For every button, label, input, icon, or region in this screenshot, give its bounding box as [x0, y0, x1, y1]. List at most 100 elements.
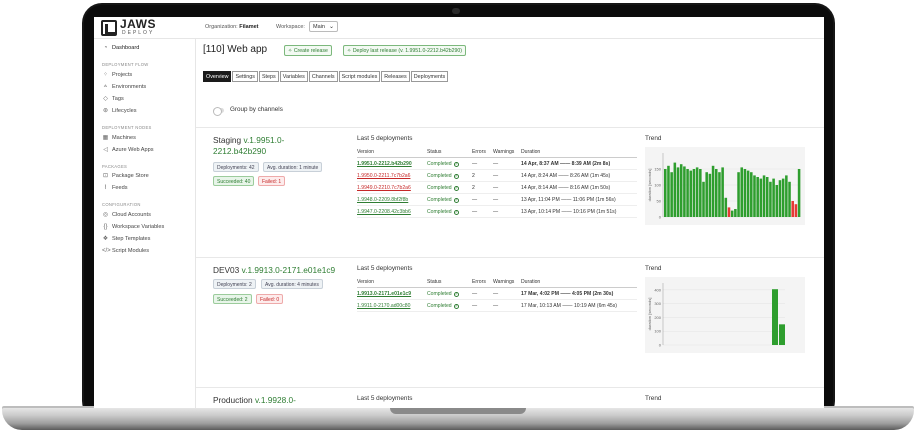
trend-bar[interactable]	[762, 175, 766, 217]
trend-bar[interactable]	[730, 210, 734, 217]
trend-bar[interactable]	[794, 204, 798, 217]
trend-bar[interactable]	[750, 172, 753, 217]
sidebar-item-workspace-variables[interactable]: {} Workspace Variables	[102, 222, 164, 231]
trend-bar[interactable]	[781, 178, 785, 217]
trend-bar[interactable]	[667, 165, 670, 217]
logo[interactable]: JAWS DEPLOY	[101, 18, 161, 37]
page-title: [110] Web app	[203, 44, 268, 55]
release-version-link[interactable]: 1.9947.0-2208.42c3bb6	[357, 209, 411, 215]
trend-bar[interactable]	[756, 177, 759, 217]
trend-bar[interactable]	[689, 170, 693, 217]
environment-version-cont[interactable]: 2212.b42b290	[213, 146, 266, 156]
table-row[interactable]: 1.9950.0-2211.7c7b2a6 Completed ✓ 2 — 14 Apr…	[357, 170, 637, 182]
sidebar-item-machines[interactable]: ▦ Machines	[102, 133, 136, 142]
table-row[interactable]: 1.9951.0-2212.b42b290 Completed ✓ — — 14 Apr…	[357, 158, 637, 170]
table-row[interactable]: 1.9948.0-2209.8bf2f8b Completed ✓ — — 13 Apr…	[357, 194, 637, 206]
trend-bar[interactable]	[772, 289, 778, 345]
tab-script-modules[interactable]: Script modules	[338, 71, 381, 82]
table-row[interactable]: 1.9913.0-2171.e01e1c9 Completed ✓ — — 17 Mar…	[357, 288, 637, 300]
trend-bar[interactable]	[740, 167, 744, 217]
sidebar-item-dashboard[interactable]: ◔ Dashboard	[102, 43, 140, 52]
trend-bar[interactable]	[775, 185, 779, 217]
sidebar-item-script-modules[interactable]: </> Script Modules	[102, 246, 149, 255]
sidebar-item-lifecycles[interactable]: ⊛ Lifecycles	[102, 106, 137, 115]
environment-version[interactable]: v.1.9951.0-	[243, 135, 284, 145]
trend-bar[interactable]	[699, 169, 702, 217]
deployments-table: Version Status Errors Warnings Duration 1.995…	[357, 146, 637, 221]
trend-bar[interactable]	[727, 207, 731, 217]
trend-bar[interactable]	[734, 209, 737, 217]
tab-overview[interactable]: Overview	[203, 71, 232, 82]
trend-bar[interactable]	[686, 169, 689, 217]
warnings-cell: —	[493, 161, 499, 167]
trend-bar[interactable]	[702, 181, 705, 217]
trend-bar[interactable]	[788, 181, 791, 217]
trend-bar[interactable]	[785, 175, 788, 217]
failed-badge: Failed: 1	[258, 176, 286, 186]
trend-bar[interactable]	[664, 169, 667, 217]
trend-bar[interactable]	[737, 172, 740, 217]
trend-bar[interactable]	[692, 169, 696, 217]
release-version-link[interactable]: 1.9950.0-2211.7c7b2a6	[357, 173, 410, 179]
duration-cell: 17 Mar, 10:13 AM —— 10:19 AM (6m 45s)	[521, 303, 617, 309]
trend-bar[interactable]	[721, 167, 724, 217]
table-row[interactable]: 1.9947.0-2208.42c3bb6 Completed ✓ — — 13 Apr…	[357, 206, 637, 218]
trend-bar[interactable]	[711, 165, 715, 217]
organization: Organization: Filamet	[205, 24, 259, 30]
trend-bar[interactable]	[759, 178, 763, 217]
create-release-button[interactable]: ✧ Create release	[284, 45, 332, 56]
table-row[interactable]: 1.9911.0-2170.ad00c80 Completed ✓ — — 17 Mar…	[357, 300, 637, 312]
trend-bar[interactable]	[797, 169, 801, 217]
trend-bar[interactable]	[746, 170, 750, 217]
sidebar-item-azure-web-apps[interactable]: ◁ Azure Web Apps	[102, 145, 153, 154]
workspace-select[interactable]: Main ⌄	[309, 21, 338, 32]
trend-bar[interactable]	[772, 178, 775, 217]
tab-channels[interactable]: Channels	[308, 71, 338, 82]
trend-bar[interactable]	[673, 162, 677, 217]
trend-bar[interactable]	[769, 181, 772, 217]
sidebar-item-step-templates[interactable]: ❖ Step Templates	[102, 234, 151, 243]
deploy-last-release-button[interactable]: ✧ Deploy last release (v. 1.9951.0-2212.…	[343, 45, 467, 56]
sidebar-item-projects[interactable]: ⁘ Projects	[102, 70, 132, 79]
release-version-link[interactable]: 1.9911.0-2170.ad00c80	[357, 303, 410, 309]
release-version-link[interactable]: 1.9948.0-2209.8bf2f8b	[357, 197, 408, 203]
trend-bar[interactable]	[676, 167, 680, 217]
trend-bar[interactable]	[778, 180, 782, 217]
environment-version[interactable]: v.1.9913.0-2171.e01e1c9	[242, 265, 336, 275]
table-header: Version Status Errors Warnings Duration	[357, 276, 637, 288]
trend-bar[interactable]	[743, 169, 747, 217]
release-version-link[interactable]: 1.9949.0-2210.7c7b2a6	[357, 185, 411, 191]
trend-bar[interactable]	[765, 177, 769, 217]
release-version-link[interactable]: 1.9951.0-2212.b42b290	[357, 161, 412, 167]
trend-bar[interactable]	[791, 201, 794, 217]
trend-bar[interactable]	[705, 172, 708, 217]
tab-releases[interactable]: Releases	[381, 71, 410, 82]
environment-version[interactable]: v.1.9928.0-	[255, 395, 296, 405]
sidebar-item-package-store[interactable]: ⊡ Package Store	[102, 171, 149, 180]
duration-cell: 13 Apr, 11:04 PM —— 11:06 PM (1m 56s)	[521, 197, 616, 203]
tab-deployments[interactable]: Deployments	[410, 71, 449, 82]
sidebar-item-tags[interactable]: ◇ Tags	[102, 94, 124, 103]
sidebar-item-environments[interactable]: ⟑ Environments	[102, 82, 147, 91]
trend-bar[interactable]	[714, 169, 718, 217]
release-version-link[interactable]: 1.9913.0-2171.e01e1c9	[357, 291, 411, 297]
trend-bar[interactable]	[695, 167, 699, 217]
trend-chart-svg: duration [seconds] 0 100 200 300 400	[647, 283, 785, 348]
sidebar-item-cloud-accounts[interactable]: ◎ Cloud Accounts	[102, 210, 151, 219]
trend-bar[interactable]	[708, 173, 712, 217]
trend-bar[interactable]	[779, 324, 785, 345]
group-by-channels-toggle[interactable]	[213, 107, 224, 116]
trend-bar[interactable]	[679, 164, 683, 217]
laptop-notch	[390, 408, 526, 414]
sidebar-item-feeds[interactable]: ⌇ Feeds	[102, 183, 128, 192]
trend-bar[interactable]	[683, 166, 686, 217]
trend-bar[interactable]	[724, 197, 728, 217]
tab-variables[interactable]: Variables	[279, 71, 308, 82]
trend-bar[interactable]	[670, 172, 673, 217]
tab-steps[interactable]: Steps	[258, 71, 279, 82]
table-row[interactable]: 1.9949.0-2210.7c7b2a6 Completed ✓ 2 — 14 Apr…	[357, 182, 637, 194]
tab-settings[interactable]: Settings	[232, 71, 258, 82]
trend-bar[interactable]	[718, 172, 721, 217]
trend-bar[interactable]	[753, 175, 756, 217]
failed-badge: Failed: 0	[256, 294, 284, 304]
